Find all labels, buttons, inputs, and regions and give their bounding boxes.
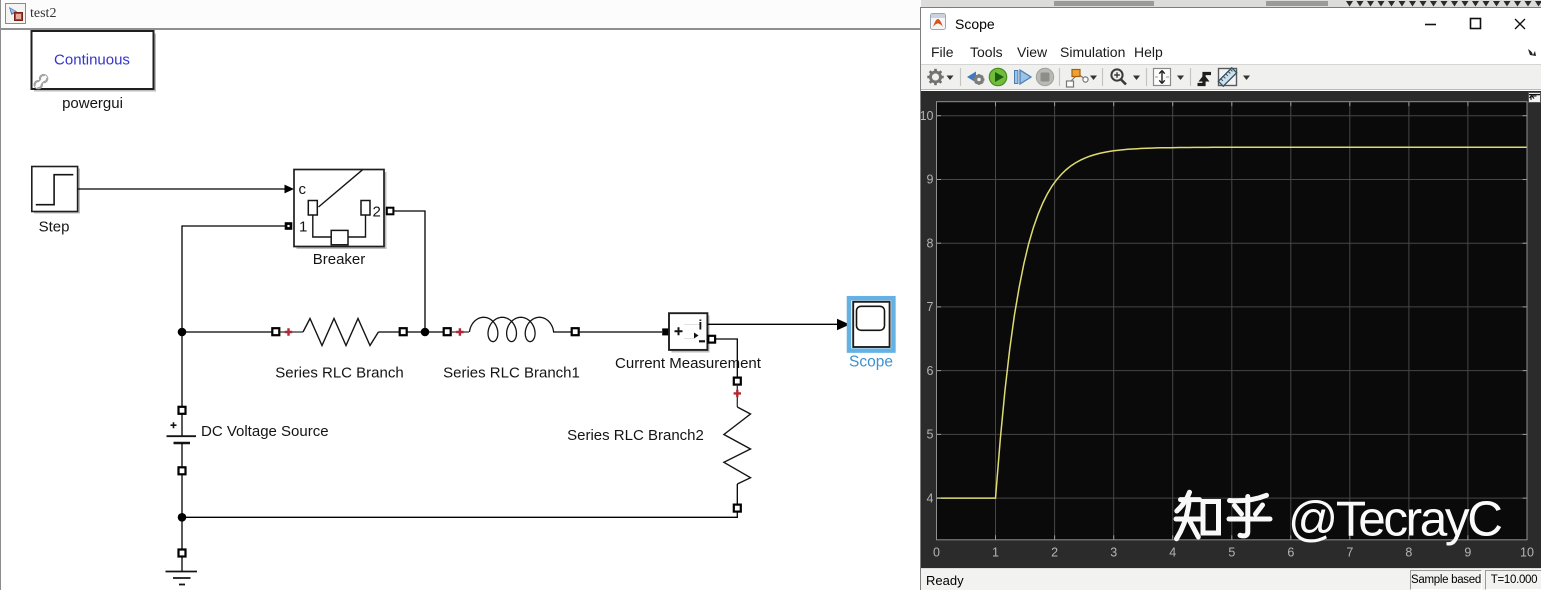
svg-text:DC Voltage Source: DC Voltage Source (201, 423, 329, 440)
svg-text:4: 4 (927, 491, 934, 505)
svg-text:6: 6 (927, 364, 934, 378)
svg-text:1: 1 (299, 219, 307, 236)
svg-text:10: 10 (1520, 546, 1534, 560)
svg-text:powergui: powergui (62, 95, 123, 112)
svg-text:c: c (299, 181, 307, 198)
svg-text:5: 5 (1228, 546, 1235, 560)
svg-text:4: 4 (1169, 546, 1176, 560)
svg-text:2: 2 (1051, 546, 1058, 560)
svg-text:Series RLC Branch2: Series RLC Branch2 (567, 427, 704, 444)
svg-text:7: 7 (1346, 546, 1353, 560)
svg-text:2: 2 (373, 204, 381, 221)
svg-text:9: 9 (1464, 546, 1471, 560)
svg-text:6: 6 (1287, 546, 1294, 560)
svg-text:Current Measurement: Current Measurement (615, 355, 762, 372)
svg-text:3: 3 (1110, 546, 1117, 560)
svg-text:Scope: Scope (849, 354, 893, 371)
svg-text:1: 1 (992, 546, 999, 560)
svg-text:@TecrayC: @TecrayC (1288, 492, 1503, 547)
svg-text:Series RLC Branch1: Series RLC Branch1 (443, 365, 580, 382)
svg-text:0: 0 (933, 546, 940, 560)
svg-text:8: 8 (1405, 546, 1412, 560)
svg-text:Continuous: Continuous (54, 52, 130, 69)
svg-text:8: 8 (927, 236, 934, 250)
svg-text:9: 9 (927, 173, 934, 187)
svg-text:7: 7 (927, 300, 934, 314)
svg-text:5: 5 (927, 428, 934, 442)
svg-text:i: i (699, 318, 703, 333)
svg-text:Breaker: Breaker (313, 251, 366, 268)
svg-text:Step: Step (39, 219, 70, 236)
svg-text:10: 10 (921, 109, 934, 123)
svg-text:Series RLC Branch: Series RLC Branch (275, 365, 403, 382)
